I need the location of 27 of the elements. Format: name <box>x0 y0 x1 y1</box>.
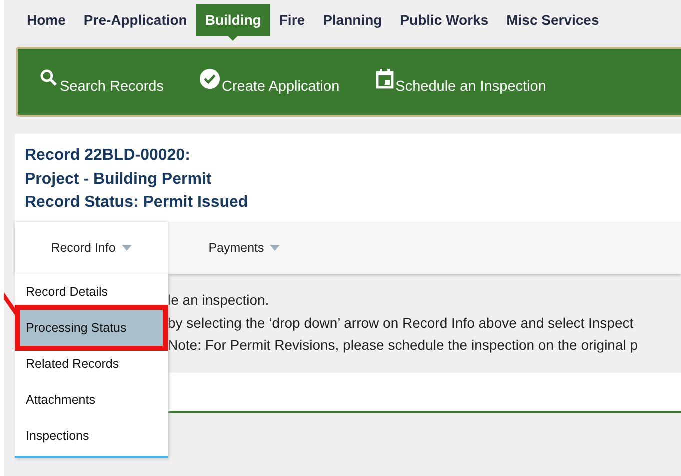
record-tab[interactable]: Record Info <box>15 222 168 274</box>
caret-icon <box>270 245 280 251</box>
tab-pointer-icon <box>228 36 238 41</box>
record-heading: Project - Building Permit <box>25 170 213 190</box>
record-heading: Record 22BLD-00020: <box>25 146 192 166</box>
caret-icon <box>122 245 132 251</box>
record-heading: Record Status: Permit Issued <box>25 193 250 213</box>
menu-item[interactable]: Attachments <box>15 382 168 418</box>
record-tab[interactable]: Payments <box>168 222 321 274</box>
menu-item[interactable]: Record Details <box>15 274 168 310</box>
nav-tab[interactable]: Home <box>18 4 75 36</box>
nav-tab[interactable]: Pre-Application <box>74 4 196 36</box>
action-link[interactable]: Search Records <box>40 69 164 95</box>
action-link[interactable]: Create Application <box>200 69 340 95</box>
nav-tab[interactable]: Fire <box>270 4 314 36</box>
notice-text: by selecting the ‘drop down’ arrow on Record Info above and select Inspect <box>168 314 635 333</box>
notice-text: Note: For Permit Revisions, please schedule the inspection on the original p <box>168 336 640 355</box>
menu-item[interactable]: Inspections <box>15 418 168 454</box>
search-icon <box>40 69 58 87</box>
check-circle-icon <box>200 69 220 89</box>
nav-tab[interactable]: Planning <box>314 4 392 36</box>
nav-tab[interactable]: Misc Services <box>498 4 608 36</box>
calendar-icon <box>376 69 394 89</box>
action-link[interactable]: Schedule an Inspection <box>376 69 546 95</box>
menu-item[interactable]: Related Records <box>15 346 168 382</box>
nav-tab[interactable]: Public Works <box>391 4 498 36</box>
notice-text: le an inspection. <box>168 291 270 310</box>
